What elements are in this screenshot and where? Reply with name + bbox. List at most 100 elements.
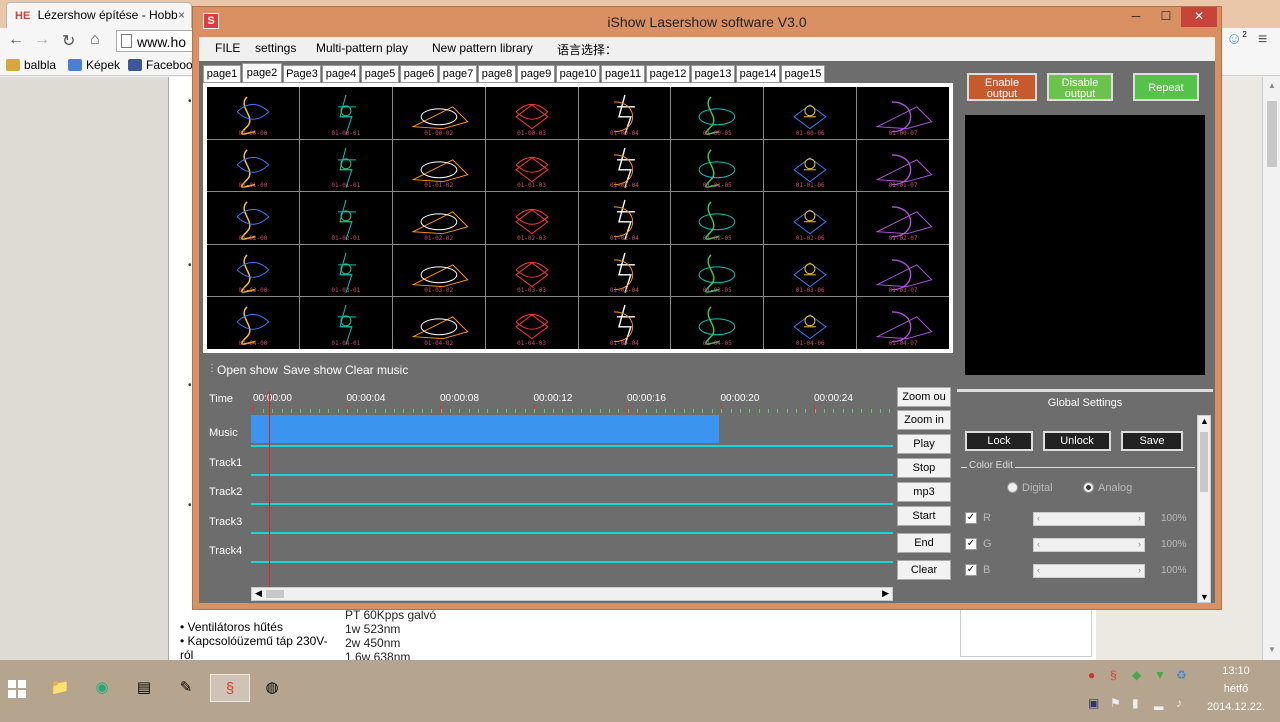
tray-app-icon[interactable]: ▼ (1154, 668, 1166, 682)
pattern-cell[interactable]: 01-00-00 (207, 87, 299, 139)
open-show-button[interactable]: Open show (217, 363, 278, 377)
bookmark-facebook[interactable]: Facebook (128, 58, 199, 72)
channel-b-checkbox[interactable]: ✓ (965, 564, 977, 576)
tab-page15[interactable]: page15 (781, 65, 825, 83)
menu-new-pattern-library[interactable]: New pattern library (432, 41, 533, 55)
tab-page10[interactable]: page10 (556, 65, 600, 83)
scroll-down-icon[interactable]: ▼ (1200, 592, 1209, 602)
forward-icon[interactable]: → (34, 31, 50, 49)
page-scrollbar[interactable]: ▲ ▼ (1262, 77, 1280, 660)
tray-chrome-icon[interactable]: ● (1088, 668, 1095, 682)
repeat-button[interactable]: Repeat (1133, 73, 1199, 101)
pattern-cell[interactable]: 01-01-04 (578, 139, 671, 192)
lock-button[interactable]: Lock (965, 431, 1033, 451)
tab-page5[interactable]: page5 (361, 65, 399, 83)
zoom-in-button[interactable]: Zoom in (897, 410, 951, 430)
digital-radio[interactable]: Digital (1007, 482, 1053, 494)
pattern-cell[interactable]: 01-04-03 (485, 297, 578, 349)
minimize-button[interactable]: ─ (1121, 7, 1151, 27)
scroll-thumb[interactable] (1267, 101, 1277, 167)
tab-page4[interactable]: page4 (322, 65, 360, 83)
start-button[interactable]: Start (897, 506, 951, 526)
mp3-button[interactable]: mp3 (897, 482, 951, 502)
maximize-button[interactable]: ☐ (1151, 7, 1181, 27)
grip-icon[interactable]: ⋮ (207, 363, 217, 374)
pattern-cell[interactable]: 01-04-05 (671, 297, 764, 349)
pattern-cell[interactable]: 01-00-05 (671, 87, 764, 139)
channel-b-slider[interactable]: ‹ › (1033, 564, 1145, 578)
pattern-cell[interactable]: 01-00-06 (764, 87, 857, 139)
file-explorer-icon[interactable]: 📁 (40, 674, 80, 702)
tray-save-icon[interactable]: ▣ (1088, 696, 1099, 710)
pattern-cell[interactable]: 01-03-04 (578, 244, 671, 297)
bookmark-balbla[interactable]: balbla (6, 58, 56, 72)
reload-icon[interactable]: ↻ (62, 31, 75, 51)
tab-page12[interactable]: page12 (646, 65, 690, 83)
tab-page13[interactable]: page13 (691, 65, 735, 83)
menu-language[interactable]: 语言选择： (557, 41, 617, 58)
scroll-up-icon[interactable]: ▲ (1200, 416, 1209, 426)
tab-page11[interactable]: page11 (601, 65, 645, 83)
pattern-cell[interactable]: 01-01-00 (207, 139, 299, 192)
flag-icon[interactable]: ⚑ (1110, 696, 1121, 710)
pattern-cell[interactable]: 01-04-06 (764, 297, 857, 349)
pattern-cell[interactable]: 01-02-07 (857, 192, 949, 244)
signal-icon[interactable]: ▂ (1154, 696, 1163, 710)
time-ruler[interactable]: 00:00:00 00:00:04 00:00:08 00:00:12 00:00:16… (251, 385, 893, 413)
clear-button[interactable]: Clear (897, 560, 951, 580)
clock[interactable]: 13:10 hétfő 2014.12.22. (1196, 662, 1276, 716)
scroll-down-icon[interactable]: ▼ (1268, 645, 1276, 654)
bookmark-kepek[interactable]: Képek (68, 58, 120, 72)
clear-music-button[interactable]: Clear music (345, 363, 408, 377)
pattern-cell[interactable]: 01-02-01 (299, 192, 392, 244)
save-show-button[interactable]: Save show (283, 363, 342, 377)
pattern-cell[interactable]: 01-04-01 (299, 297, 392, 349)
tab-page8[interactable]: page8 (478, 65, 516, 83)
browser-tab[interactable]: HE Lézershow építése - Hobb × (6, 2, 192, 28)
pattern-cell[interactable]: 01-00-07 (857, 87, 949, 139)
pattern-cell[interactable]: 01-04-04 (578, 297, 671, 349)
tray-ishow-icon[interactable]: § (1110, 668, 1117, 682)
pattern-cell[interactable]: 01-01-03 (485, 139, 578, 192)
disable-output-button[interactable]: Disable output (1047, 73, 1113, 101)
channel-g-slider[interactable]: ‹ › (1033, 538, 1145, 552)
pattern-cell[interactable]: 01-04-07 (857, 297, 949, 349)
pattern-cell[interactable]: 01-03-03 (485, 244, 578, 297)
pattern-cell[interactable]: 01-03-05 (671, 244, 764, 297)
pattern-cell[interactable]: 01-02-06 (764, 192, 857, 244)
pattern-cell[interactable]: 01-01-02 (392, 139, 485, 192)
pattern-cell[interactable]: 01-01-05 (671, 139, 764, 192)
windows-start-icon[interactable] (8, 680, 28, 700)
tab-page3[interactable]: Page3 (283, 65, 321, 83)
menu-icon[interactable]: ≡ (1258, 31, 1267, 49)
pattern-cell[interactable]: 01-02-02 (392, 192, 485, 244)
back-icon[interactable]: ← (8, 31, 24, 49)
menu-multi-pattern-play[interactable]: Multi-pattern play (316, 41, 408, 55)
close-tab-icon[interactable]: × (178, 8, 185, 22)
tracks-area[interactable]: 00:00:00 00:00:04 00:00:08 00:00:12 00:00:16… (251, 385, 893, 587)
volume-icon[interactable]: ♪ (1176, 696, 1182, 710)
settings-scrollbar[interactable]: ▲ ▼ (1197, 415, 1211, 603)
pattern-cell[interactable]: 01-04-02 (392, 297, 485, 349)
network-app-icon[interactable]: ◍ (252, 674, 292, 702)
tools-icon[interactable]: ✎ (166, 674, 206, 702)
scroll-up-icon[interactable]: ▲ (1268, 81, 1276, 90)
tab-page1[interactable]: page1 (203, 65, 241, 83)
pattern-cell[interactable]: 01-02-00 (207, 192, 299, 244)
pattern-cell[interactable]: 01-01-01 (299, 139, 392, 192)
pattern-cell[interactable]: 01-00-03 (485, 87, 578, 139)
pattern-cell[interactable]: 01-00-01 (299, 87, 392, 139)
music-clip[interactable] (251, 415, 719, 443)
tray-update-icon[interactable]: ♻ (1176, 668, 1187, 682)
pattern-cell[interactable]: 01-00-04 (578, 87, 671, 139)
pattern-cell[interactable]: 01-04-00 (207, 297, 299, 349)
zoom-out-button[interactable]: Zoom ou (897, 387, 951, 407)
channel-g-checkbox[interactable]: ✓ (965, 538, 977, 550)
timeline-scrollbar[interactable]: ◀ ▶ (251, 587, 893, 601)
pattern-cell[interactable]: 01-03-00 (207, 244, 299, 297)
pattern-cell[interactable]: 01-03-06 (764, 244, 857, 297)
enable-output-button[interactable]: Enable output (967, 73, 1037, 101)
pattern-cell[interactable]: 01-01-07 (857, 139, 949, 192)
scroll-right-icon[interactable]: ▶ (882, 588, 889, 599)
channel-r-slider[interactable]: ‹ › (1033, 512, 1145, 526)
